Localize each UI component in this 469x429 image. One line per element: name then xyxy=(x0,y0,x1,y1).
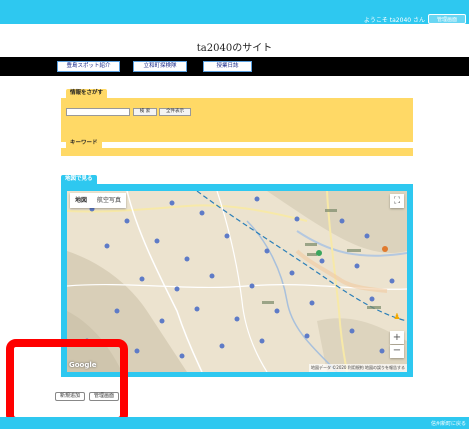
map-type-satellite[interactable]: 航空写真 xyxy=(92,193,126,208)
nav-item-explorers[interactable]: 立和町探検隊 xyxy=(133,61,187,72)
search-panel xyxy=(61,98,413,142)
nav-bar: 豊島スポット紹介 立和町探検隊 授業日誌 xyxy=(0,57,469,76)
nav-item-spots[interactable]: 豊島スポット紹介 xyxy=(57,61,120,72)
zoom-out-icon[interactable]: − xyxy=(390,345,404,358)
search-button[interactable]: 検 索 xyxy=(133,108,157,116)
nav-item-journal[interactable]: 授業日誌 xyxy=(203,61,252,72)
top-bar: ようこそ ta2040 さん 管理画面 xyxy=(0,0,469,24)
zoom-in-icon[interactable]: + xyxy=(390,331,404,344)
footer-bar: 信州新町に戻る xyxy=(0,417,469,429)
keyword-panel xyxy=(61,148,413,156)
fullscreen-icon[interactable]: ⛶ xyxy=(390,194,404,208)
footer-link[interactable]: 信州新町に戻る xyxy=(431,420,466,427)
map-type-map[interactable]: 地図 xyxy=(70,193,92,208)
search-section-label: 情報をさがす xyxy=(66,89,108,98)
admin-top-button[interactable]: 管理画面 xyxy=(428,14,466,24)
site-title: ta2040のサイト xyxy=(196,43,273,54)
pegman-icon[interactable]: ♟ xyxy=(390,310,404,324)
search-input[interactable] xyxy=(66,108,130,116)
show-all-button[interactable]: 全件表示 xyxy=(159,108,191,116)
map-section-label: 地図で見る xyxy=(61,175,97,184)
keyword-section-label: キーワード xyxy=(66,139,102,148)
map-type-control: 地図 航空写真 xyxy=(70,193,127,208)
highlight-box xyxy=(6,339,128,425)
welcome-text: ようこそ ta2040 さん xyxy=(363,17,425,24)
map-attribution[interactable]: 地図データ ©2020 利用規約 地図の誤りを報告する xyxy=(309,364,407,372)
